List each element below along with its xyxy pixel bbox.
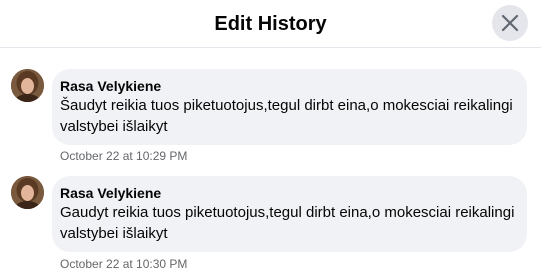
close-icon [501,14,519,32]
comment-timestamp: October 22 at 10:30 PM [60,257,188,271]
dialog-header: Edit History [0,0,541,48]
dialog-title: Edit History [214,13,327,35]
avatar-image [11,176,44,209]
avatar[interactable] [11,176,44,209]
close-button[interactable] [492,5,528,41]
avatar-image [11,69,44,102]
comment-timestamp: October 22 at 10:29 PM [60,149,188,163]
edit-history-dialog: Edit History Rasa Velykiene Šaudyt reiki… [0,0,541,279]
avatar[interactable] [11,69,44,102]
comment-author[interactable]: Rasa Velykiene [60,77,515,95]
comment-author[interactable]: Rasa Velykiene [60,184,515,202]
comment-text: Gaudyt reikia tuos piketuotojus,tegul di… [60,204,515,242]
comment-text: Šaudyt reikia tuos piketuotojus,tegul di… [60,97,513,135]
comment-bubble: Rasa Velykiene Šaudyt reikia tuos piketu… [52,69,527,145]
comment-bubble: Rasa Velykiene Gaudyt reikia tuos piketu… [52,176,527,252]
